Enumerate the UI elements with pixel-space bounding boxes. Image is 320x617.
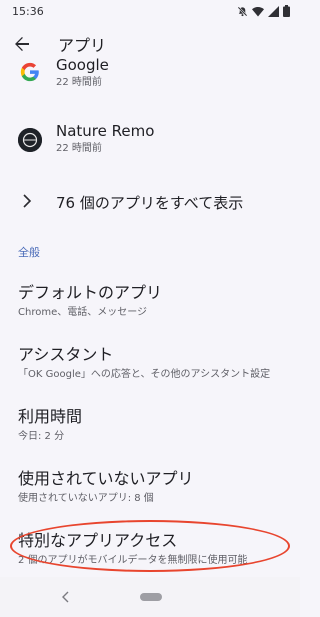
setting-unused-apps[interactable]: 使用されていないアプリ 使用されていないアプリ: 8 個 bbox=[0, 456, 300, 518]
google-icon bbox=[18, 60, 42, 84]
section-header-general: 全般 bbox=[18, 246, 40, 259]
navigation-bar bbox=[0, 577, 300, 617]
app-last-used: 22 時間前 bbox=[56, 143, 102, 154]
chevron-right-icon bbox=[23, 194, 32, 208]
setting-title: 使用されていないアプリ bbox=[18, 469, 194, 488]
setting-title: 利用時間 bbox=[18, 407, 83, 426]
nav-home-pill[interactable] bbox=[140, 593, 162, 601]
setting-title: 特別なアプリアクセス bbox=[18, 531, 178, 550]
see-all-label: 76 個のアプリをすべて表示 bbox=[56, 193, 244, 212]
setting-subtitle: 今日: 2 分 bbox=[18, 431, 65, 442]
recent-app-nature-remo[interactable]: Nature Remo 22 時間前 bbox=[0, 108, 300, 172]
setting-assistant[interactable]: アシスタント 「OK Google」への応答と、その他のアシスタント設定 bbox=[0, 332, 300, 394]
setting-subtitle: 使用されていないアプリ: 8 個 bbox=[18, 493, 154, 504]
setting-title: アシスタント bbox=[18, 345, 114, 364]
setting-special-app-access[interactable]: 特別なアプリアクセス 2 個のアプリがモバイルデータを無制限に使用可能 bbox=[0, 518, 300, 580]
battery-icon bbox=[283, 5, 290, 17]
recent-app-text: Nature Remo 22 時間前 bbox=[56, 122, 154, 156]
see-all-apps-button[interactable]: 76 個のアプリをすべて表示 bbox=[0, 174, 300, 230]
signal-icon bbox=[268, 5, 279, 17]
app-name: Google bbox=[56, 56, 109, 74]
setting-screen-time[interactable]: 利用時間 今日: 2 分 bbox=[0, 394, 300, 456]
setting-title: デフォルトのアプリ bbox=[18, 283, 163, 302]
wifi-icon bbox=[252, 6, 264, 17]
setting-subtitle: 2 個のアプリがモバイルデータを無制限に使用可能 bbox=[18, 555, 248, 566]
app-name: Nature Remo bbox=[56, 122, 155, 140]
arrow-back-icon bbox=[15, 37, 29, 51]
status-bar: 15:36 bbox=[0, 0, 300, 22]
status-icons bbox=[237, 5, 290, 17]
nav-back-icon[interactable] bbox=[60, 590, 72, 604]
recent-app-text: Google 22 時間前 bbox=[56, 56, 109, 90]
mute-icon bbox=[237, 6, 248, 17]
setting-subtitle: 「OK Google」への応答と、その他のアシスタント設定 bbox=[18, 369, 271, 380]
nature-remo-icon bbox=[18, 128, 42, 152]
setting-default-apps[interactable]: デフォルトのアプリ Chrome、電話、メッセージ bbox=[0, 270, 300, 332]
app-last-used: 22 時間前 bbox=[56, 77, 102, 88]
settings-list: Google 22 時間前 Nature Remo 22 時間前 76 個のアプ… bbox=[0, 56, 300, 580]
settings-screen: 15:36 アプリ Google 22 時間前 Nature Remo 22 時… bbox=[0, 0, 300, 617]
recent-app-google[interactable]: Google 22 時間前 bbox=[0, 52, 300, 88]
setting-subtitle: Chrome、電話、メッセージ bbox=[18, 307, 148, 318]
status-time: 15:36 bbox=[12, 4, 44, 18]
